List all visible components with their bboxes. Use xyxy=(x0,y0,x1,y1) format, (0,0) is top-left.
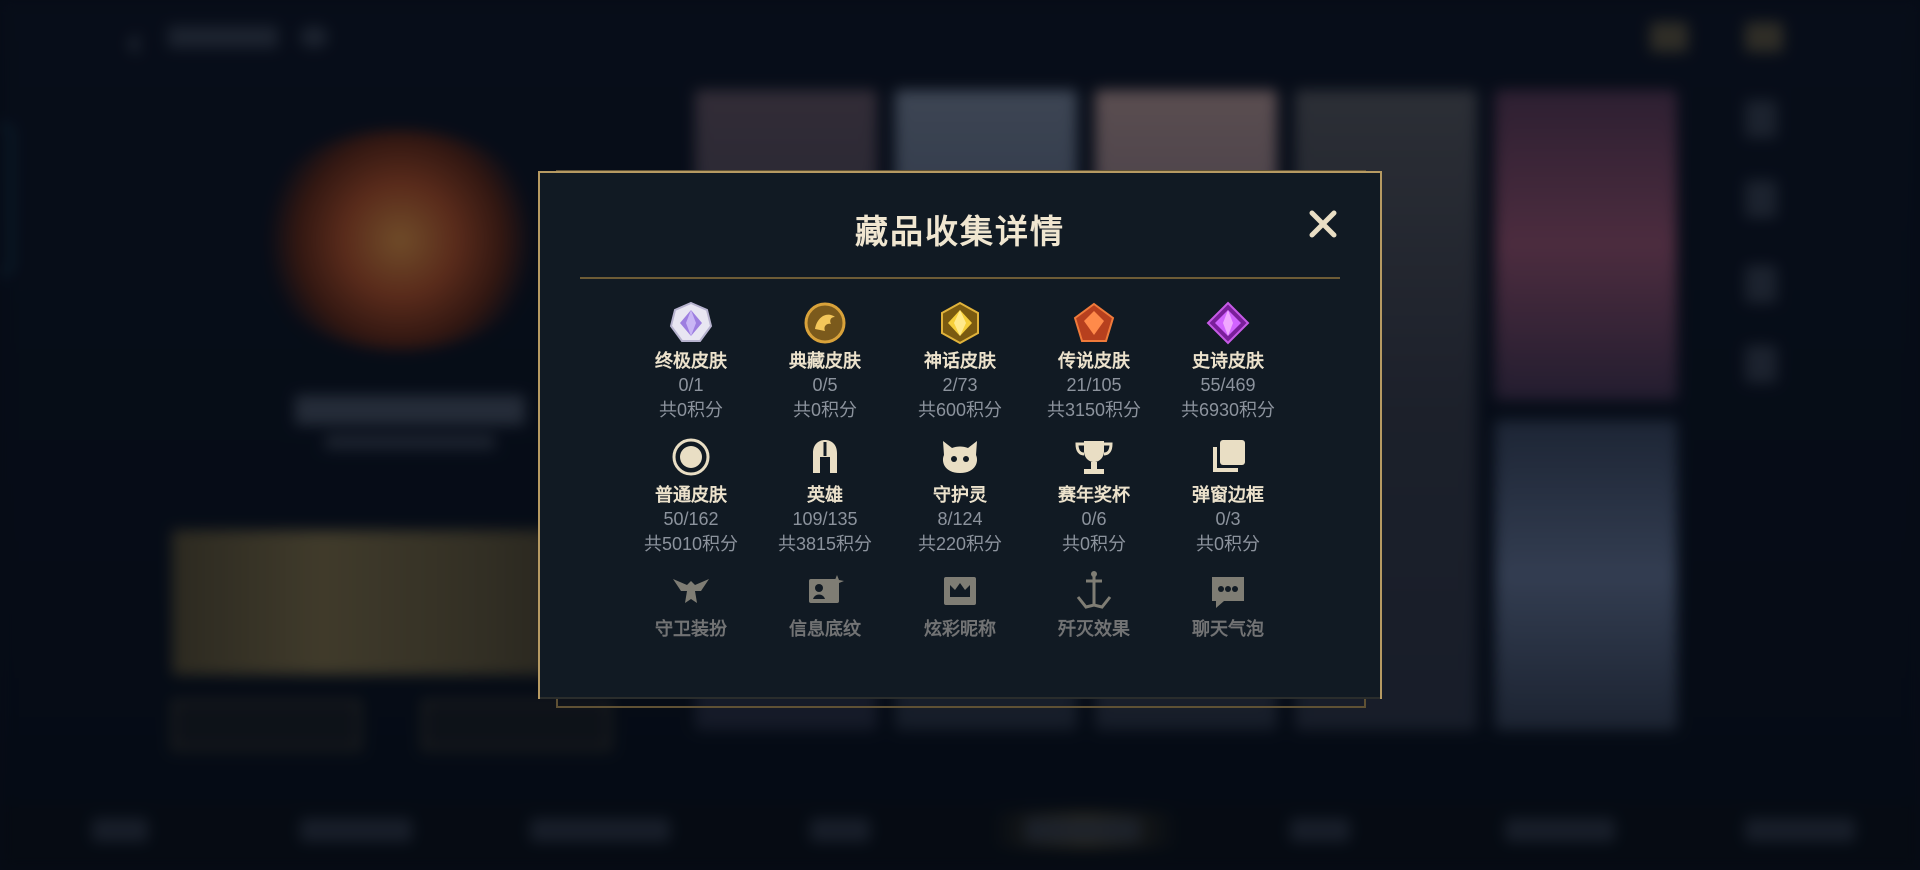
common-skin-icon xyxy=(672,438,710,476)
scroll-fade xyxy=(540,635,1380,699)
trophy-icon xyxy=(1075,441,1113,474)
collection-item-kill-effect[interactable]: 歼灭效果 xyxy=(1029,569,1159,641)
collection-details-modal: 藏品收集详情 终极皮肤 0/1 共0积分 典藏皮肤 0/5 共0积分 神话皮肤 … xyxy=(538,171,1382,699)
collection-item-chat-bubble[interactable]: 聊天气泡 xyxy=(1163,569,1293,641)
collection-item-guardian-outfit[interactable]: 守卫装扮 xyxy=(626,569,756,641)
epic-skin-icon xyxy=(1206,301,1250,345)
ultimate-skin-icon xyxy=(669,301,713,342)
mythic-skin-icon xyxy=(941,301,979,345)
collection-item-common[interactable]: 普通皮肤 50/162 共5010积分 xyxy=(626,435,756,557)
close-icon xyxy=(1309,210,1337,238)
guardian-outfit-icon xyxy=(673,579,709,603)
legacy-skin-icon xyxy=(804,302,846,344)
close-button[interactable] xyxy=(1306,207,1340,241)
collection-item-mythic[interactable]: 神话皮肤 2/73 共600积分 xyxy=(895,301,1025,423)
collection-item-colorful-nickname[interactable]: 炫彩昵称 xyxy=(895,569,1025,641)
collection-item-guardian-pet[interactable]: 守护灵 8/124 共220积分 xyxy=(895,435,1025,557)
modal-title: 藏品收集详情 xyxy=(855,213,1065,250)
colorful-nickname-icon xyxy=(944,577,976,605)
collection-item-legendary[interactable]: 传说皮肤 21/105 共3150积分 xyxy=(1029,301,1159,423)
kill-effect-icon xyxy=(1076,571,1112,609)
legendary-skin-icon xyxy=(1073,302,1115,342)
profile-banner-icon xyxy=(809,575,844,603)
popup-frame-icon xyxy=(1213,440,1245,472)
guardian-pet-icon xyxy=(942,441,978,473)
chat-bubble-icon xyxy=(1212,577,1244,608)
collection-item-epic[interactable]: 史诗皮肤 55/469 共6930积分 xyxy=(1163,301,1293,423)
collection-item-profile-banner[interactable]: 信息底纹 xyxy=(760,569,890,641)
collection-item-champion[interactable]: 英雄 109/135 共3815积分 xyxy=(760,435,890,557)
collection-item-legacy[interactable]: 典藏皮肤 0/5 共0积分 xyxy=(760,301,890,423)
collection-item-popup-frame[interactable]: 弹窗边框 0/3 共0积分 xyxy=(1163,435,1293,557)
collection-item-ultimate[interactable]: 终极皮肤 0/1 共0积分 xyxy=(626,301,756,423)
collection-item-trophy[interactable]: 赛年奖杯 0/6 共0积分 xyxy=(1029,435,1159,557)
champion-helmet-icon xyxy=(813,440,837,473)
title-divider xyxy=(580,277,1340,279)
